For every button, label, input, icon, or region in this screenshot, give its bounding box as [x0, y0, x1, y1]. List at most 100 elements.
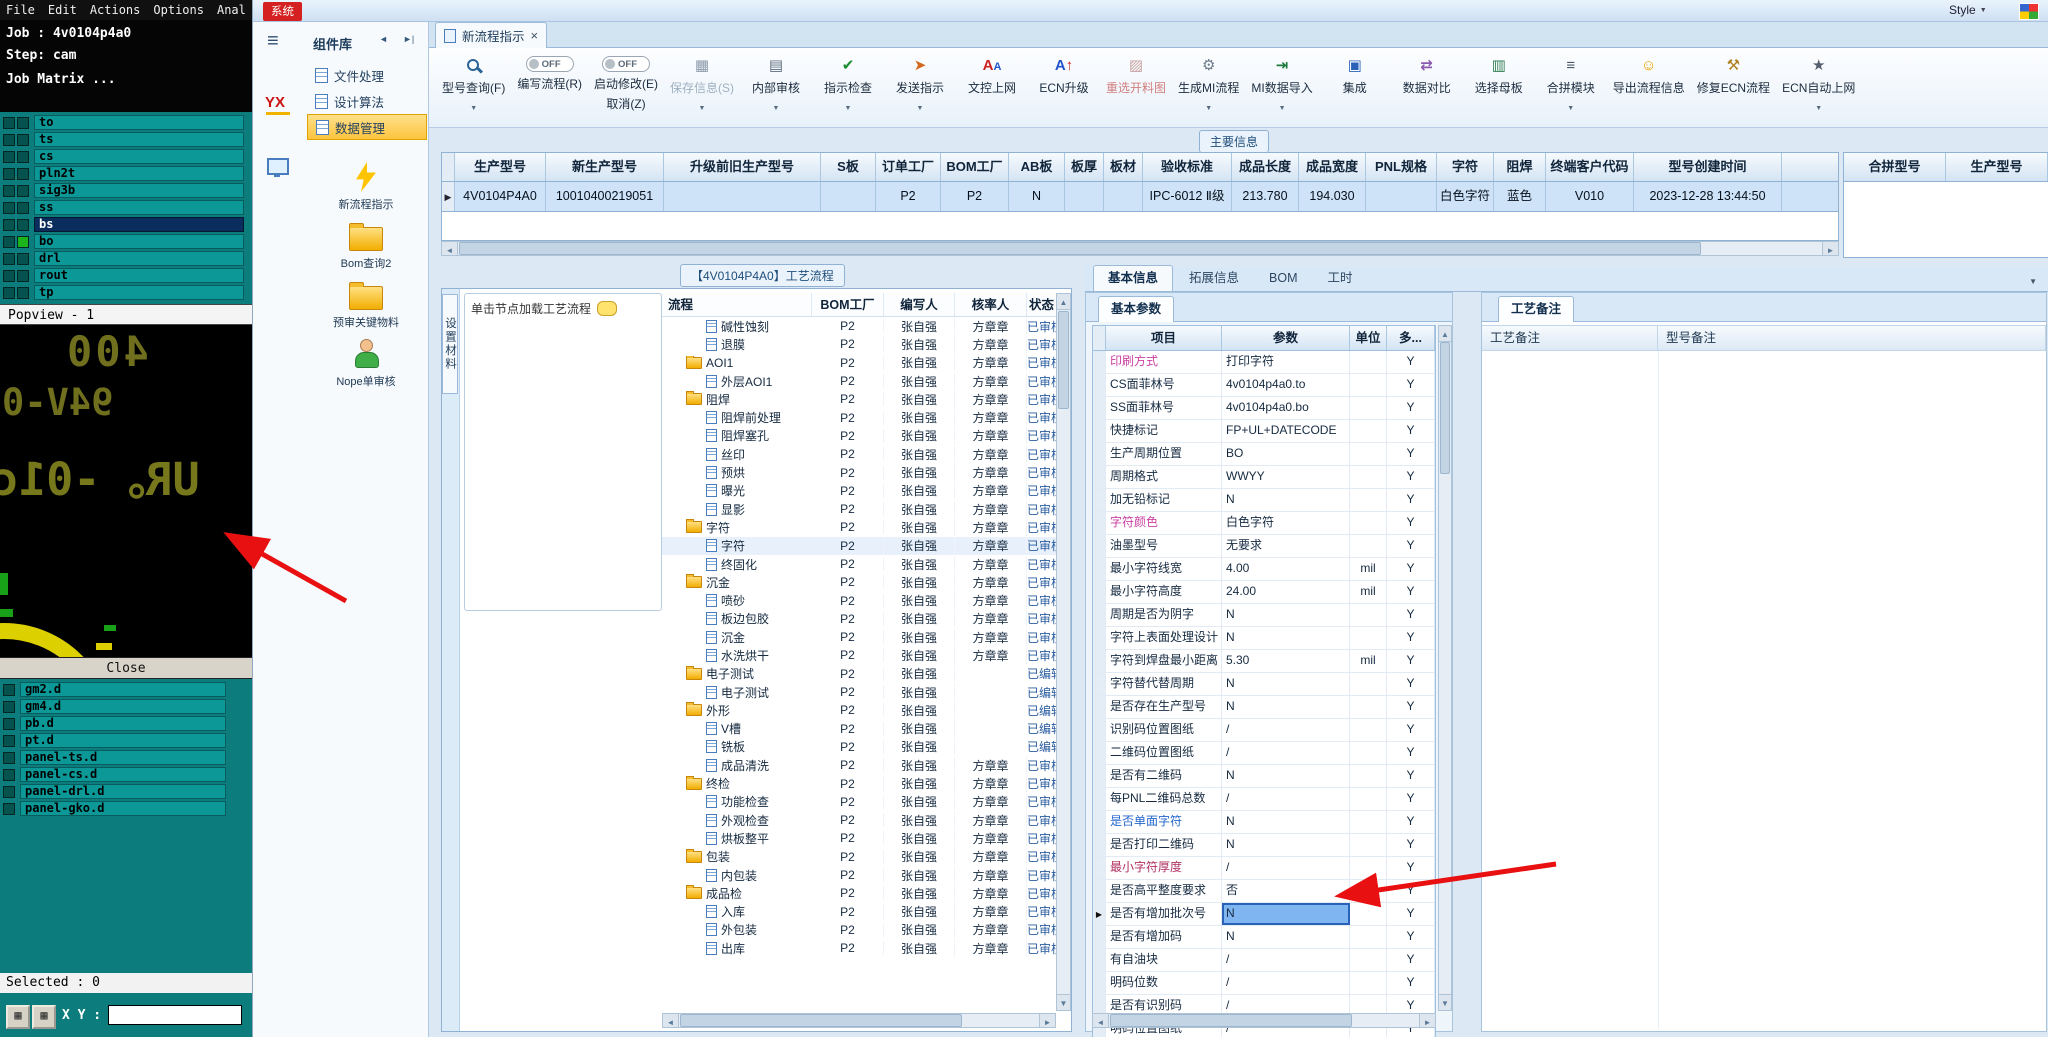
cell[interactable] — [1104, 182, 1143, 211]
param-value-cell[interactable]: 24.00 — [1222, 581, 1350, 603]
param-name-cell[interactable]: 是否存在生产型号 — [1106, 696, 1222, 718]
cell[interactable]: 213.780 — [1232, 182, 1299, 211]
layer-row[interactable]: tp — [0, 284, 252, 301]
node-name-cell[interactable]: 入库 — [662, 903, 812, 920]
node-name-cell[interactable]: 外包装 — [662, 921, 812, 938]
param-name-cell[interactable]: 印刷方式 — [1106, 351, 1222, 373]
panel-prev-button[interactable] — [379, 34, 388, 44]
node-name-cell[interactable]: V槽 — [662, 720, 812, 737]
toolbar-button[interactable]: 合拼模块 — [1536, 54, 1606, 115]
param-name-cell[interactable]: 周期是否为阴字 — [1106, 604, 1222, 626]
param-value-cell[interactable]: N — [1222, 926, 1350, 948]
toolbar-button[interactable]: 保存信息(S) — [665, 54, 739, 115]
param-value-cell[interactable]: FP+UL+DATECODE — [1222, 420, 1350, 442]
param-name-cell[interactable]: 是否有增加批次号 — [1106, 903, 1222, 925]
param-row[interactable]: 周期是否为阴字 N Y — [1093, 604, 1435, 627]
file-row[interactable]: pt.d — [0, 732, 252, 749]
param-name-cell[interactable]: CS面菲林号 — [1106, 374, 1222, 396]
process-node-row[interactable]: 沉金 P2 张自强 方章章 已审核 — [662, 628, 1058, 646]
column-header[interactable]: 生产型号 — [455, 153, 546, 181]
process-node-row[interactable]: 终固化 P2 张自强 方章章 已审核 — [662, 555, 1058, 573]
param-value-cell[interactable]: N — [1222, 604, 1350, 626]
layer-color-icon[interactable] — [17, 116, 29, 129]
param-row[interactable]: 明码位数 / Y — [1093, 972, 1435, 995]
file-toggle-icon[interactable] — [3, 785, 15, 798]
param-name-cell[interactable]: 快捷标记 — [1106, 420, 1222, 442]
param-name-cell[interactable]: 最小字符厚度 — [1106, 857, 1222, 879]
param-name-cell[interactable]: 最小字符线宽 — [1106, 558, 1222, 580]
param-value-cell[interactable]: BO — [1222, 443, 1350, 465]
layer-name[interactable]: to — [34, 115, 244, 130]
param-value-cell[interactable]: N — [1222, 903, 1350, 925]
toolbar-button[interactable]: MI数据导入 — [1246, 54, 1317, 115]
column-header[interactable]: 验收标准 — [1143, 153, 1232, 181]
process-node-row[interactable]: 沉金 P2 张自强 方章章 已审核 — [662, 573, 1058, 591]
scroll-down-icon[interactable] — [1057, 994, 1070, 1010]
cell[interactable] — [1366, 182, 1437, 211]
node-name-cell[interactable]: 外观检查 — [662, 812, 812, 829]
layer-name[interactable]: bs — [34, 217, 244, 232]
layer-name[interactable]: drl — [34, 251, 244, 266]
column-header[interactable]: 升级前旧生产型号 — [664, 153, 821, 181]
param-name-cell[interactable]: 最小字符高度 — [1106, 581, 1222, 603]
process-node-row[interactable]: 铣板 P2 张自强 已编辑 — [662, 738, 1058, 756]
process-node-row[interactable]: 入库 P2 张自强 方章章 已审核 — [662, 903, 1058, 921]
param-name-cell[interactable]: 每PNL二维码总数 — [1106, 788, 1222, 810]
column-header[interactable]: 成品长度 — [1232, 153, 1299, 181]
param-value-cell[interactable]: N — [1222, 811, 1350, 833]
node-name-cell[interactable]: 内包装 — [662, 867, 812, 884]
cam-menu-item[interactable]: Edit — [48, 3, 77, 17]
grid-tool-button[interactable] — [6, 1005, 30, 1029]
param-value-cell[interactable]: / — [1222, 972, 1350, 994]
toolbar-button[interactable]: 集成 — [1320, 54, 1390, 98]
process-node-row[interactable]: 阻焊 P2 张自强 方章章 已审核 — [662, 390, 1058, 408]
module-item[interactable]: 设计算法 — [307, 88, 427, 114]
layer-row[interactable]: pln2t — [0, 165, 252, 182]
node-name-cell[interactable]: 沉金 — [662, 629, 812, 646]
process-node-row[interactable]: 功能检查 P2 张自强 方章章 已审核 — [662, 793, 1058, 811]
layer-color-icon[interactable] — [17, 235, 29, 248]
process-node-row[interactable]: 外观检查 P2 张自强 方章章 已审核 — [662, 811, 1058, 829]
process-node-row[interactable]: V槽 P2 张自强 已编辑 — [662, 720, 1058, 738]
dropdown-arrow-icon[interactable] — [699, 99, 706, 113]
param-value-cell[interactable]: / — [1222, 949, 1350, 971]
param-name-cell[interactable]: SS面菲林号 — [1106, 397, 1222, 419]
process-node-row[interactable]: 外包装 P2 张自强 方章章 已审核 — [662, 921, 1058, 939]
file-toggle-icon[interactable] — [3, 700, 15, 713]
process-node-row[interactable]: 电子测试 P2 张自强 已编辑 — [662, 683, 1058, 701]
dropdown-arrow-icon[interactable] — [1815, 99, 1822, 113]
toggle-switch[interactable]: OFF — [602, 56, 650, 72]
shortcut-item[interactable]: Bom查询2 — [341, 221, 391, 271]
column-header[interactable]: 核率人 — [955, 293, 1027, 316]
column-header[interactable]: 订单工厂 — [876, 153, 941, 181]
param-value-cell[interactable]: 无要求 — [1222, 535, 1350, 557]
param-row[interactable]: 印刷方式 打印字符 Y — [1093, 351, 1435, 374]
tab-close-icon[interactable] — [531, 28, 539, 43]
layer-row[interactable]: ss — [0, 199, 252, 216]
column-header[interactable]: 单位 — [1350, 326, 1387, 350]
panel-pin-button[interactable] — [403, 34, 414, 44]
dropdown-arrow-icon[interactable] — [1205, 99, 1212, 113]
process-node-row[interactable]: 显影 P2 张自强 方章章 已审核 — [662, 500, 1058, 518]
module-item[interactable]: 数据管理 — [307, 114, 427, 140]
file-name[interactable]: panel-cs.d — [20, 767, 226, 782]
file-row[interactable]: pb.d — [0, 715, 252, 732]
node-name-cell[interactable]: 碱性蚀刻 — [662, 318, 812, 335]
layer-name[interactable]: ts — [34, 132, 244, 147]
param-row[interactable]: 油墨型号 无要求 Y — [1093, 535, 1435, 558]
detail-tab[interactable]: 工时 — [1314, 266, 1367, 291]
param-row[interactable]: 是否有增加批次号 N Y — [1093, 903, 1435, 926]
toolbar-button[interactable]: 指示检查 — [813, 54, 883, 115]
param-value-cell[interactable]: / — [1222, 788, 1350, 810]
param-row[interactable]: SS面菲林号 4v0104p4a0.bo Y — [1093, 397, 1435, 420]
cell[interactable]: 蓝色 — [1494, 182, 1546, 211]
cam-menu-item[interactable]: Actions — [90, 3, 141, 17]
column-header[interactable]: 编写人 — [884, 293, 955, 316]
shortcut-item[interactable]: Nope单审核 — [336, 339, 396, 389]
cell[interactable] — [664, 182, 821, 211]
layer-row[interactable]: drl — [0, 250, 252, 267]
file-name[interactable]: pb.d — [20, 716, 226, 731]
param-value-cell[interactable]: N — [1222, 627, 1350, 649]
param-name-cell[interactable]: 加无铅标记 — [1106, 489, 1222, 511]
toolbar-button[interactable]: 型号查询(F) — [437, 54, 510, 115]
